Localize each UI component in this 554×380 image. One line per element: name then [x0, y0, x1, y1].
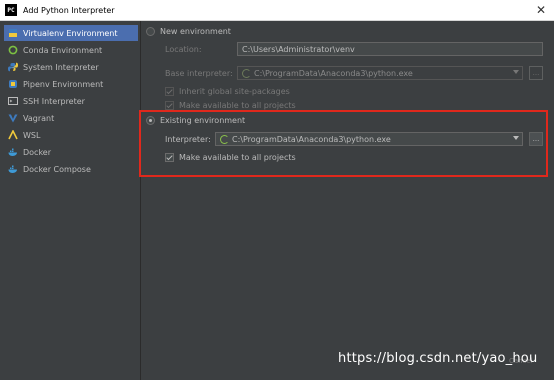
sidebar-item-label: WSL — [23, 130, 41, 140]
virtualenv-icon — [8, 28, 18, 38]
title-bar: PC Add Python Interpreter ✕ — [0, 0, 554, 21]
pycharm-app-icon: PC — [5, 4, 17, 16]
watermark-text: https://blog.csdn.net/yao_hou — [338, 351, 538, 366]
inherit-packages-checkbox[interactable] — [165, 87, 174, 96]
sidebar-item-pipenv[interactable]: Pipenv Environment — [4, 76, 138, 92]
close-icon[interactable]: ✕ — [536, 3, 546, 17]
sidebar-item-label: Pipenv Environment — [23, 79, 104, 89]
docker-compose-icon — [8, 164, 18, 174]
sidebar-item-conda[interactable]: Conda Environment — [4, 42, 138, 58]
sidebar-item-label: Virtualenv Environment — [23, 28, 118, 38]
sidebar-item-label: System Interpreter — [23, 62, 99, 72]
sidebar-item-system[interactable]: System Interpreter — [4, 59, 138, 75]
sidebar-item-label: Conda Environment — [23, 45, 103, 55]
sidebar-item-docker[interactable]: Docker — [4, 144, 138, 160]
wsl-icon — [8, 129, 18, 140]
new-environment-option[interactable]: New environment — [146, 27, 231, 36]
sidebar-item-ssh[interactable]: SSH Interpreter — [4, 93, 138, 109]
inherit-packages-option[interactable]: Inherit global site-packages — [165, 87, 290, 96]
inherit-packages-label: Inherit global site-packages — [179, 87, 290, 96]
python-icon — [8, 62, 18, 72]
sidebar-item-docker-compose[interactable]: Docker Compose — [4, 161, 138, 177]
window-title: Add Python Interpreter — [23, 5, 115, 15]
sidebar-item-label: Docker Compose — [23, 164, 91, 174]
new-make-available-checkbox[interactable] — [165, 101, 174, 110]
pipenv-icon — [8, 79, 18, 89]
ssh-icon — [8, 96, 18, 106]
location-value: C:\Users\Administrator\venv — [242, 44, 355, 54]
base-interpreter-dropdown[interactable]: C:\ProgramData\Anaconda3\python.exe — [237, 66, 523, 80]
interpreter-type-list: Virtualenv Environment Conda Environment… — [0, 21, 141, 380]
new-environment-radio[interactable] — [146, 27, 155, 36]
sidebar-item-vagrant[interactable]: Vagrant — [4, 110, 138, 126]
new-environment-label: New environment — [160, 27, 231, 36]
new-make-available-option[interactable]: Make available to all projects — [165, 101, 296, 110]
vagrant-icon — [8, 113, 18, 123]
sidebar-item-label: SSH Interpreter — [23, 96, 85, 106]
base-interpreter-browse-button[interactable]: ... — [529, 66, 543, 80]
conda-icon — [8, 45, 18, 55]
sidebar-item-virtualenv[interactable]: Virtualenv Environment — [4, 25, 138, 41]
sidebar-item-label: Docker — [23, 147, 52, 157]
loading-spinner-icon — [242, 68, 251, 78]
new-make-available-label: Make available to all projects — [179, 101, 296, 110]
base-interpreter-value: C:\ProgramData\Anaconda3\python.exe — [254, 68, 413, 78]
annotation-highlight-box — [139, 110, 548, 177]
interpreter-settings-panel: New environment Location: C:\Users\Admin… — [141, 21, 554, 380]
sidebar-item-wsl[interactable]: WSL — [4, 127, 138, 143]
location-field[interactable]: C:\Users\Administrator\venv — [237, 42, 543, 56]
chevron-down-icon — [513, 70, 519, 74]
location-label: Location: — [165, 45, 202, 54]
docker-icon — [8, 147, 18, 157]
sidebar-item-label: Vagrant — [23, 113, 55, 123]
base-interpreter-label: Base interpreter: — [165, 69, 233, 78]
